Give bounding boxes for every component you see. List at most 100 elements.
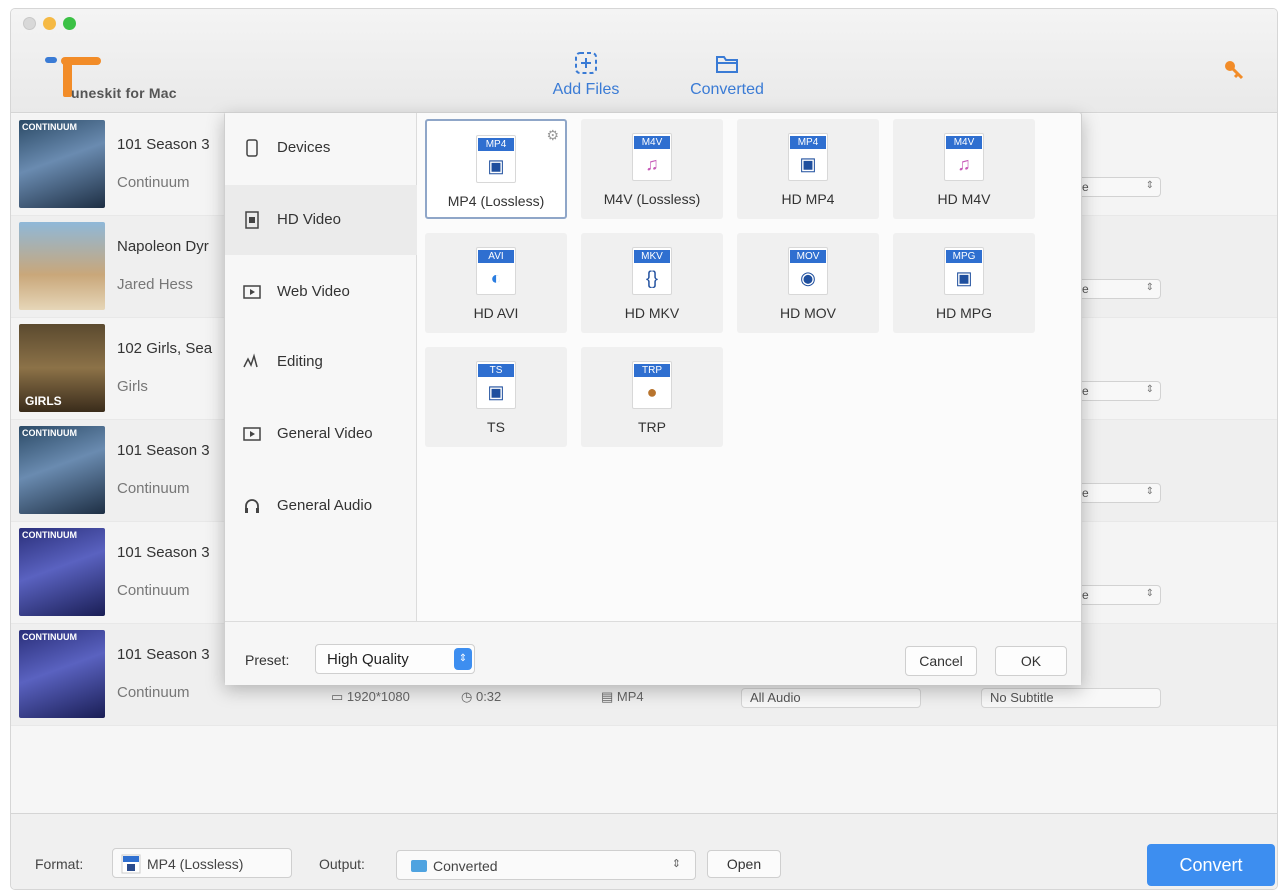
subtitle-select[interactable]: e ⇕ — [1079, 279, 1161, 299]
resolution-text: ▭ 1920*1080 — [331, 689, 410, 704]
item-subtitle: Girls — [117, 378, 148, 395]
format-label: MP4 (Lossless) — [447, 193, 545, 209]
duration-text: ◷ 0:32 — [461, 689, 502, 704]
format-tile-hd-mp4[interactable]: MP4 ▣ HD MP4 — [737, 119, 879, 219]
dialog-footer: Preset: High Quality ⇕ Cancel OK — [225, 621, 1081, 685]
item-subtitle: Continuum — [117, 480, 190, 497]
item-title: 101 Season 3 — [117, 136, 210, 153]
format-select[interactable]: MP4 (Lossless) — [112, 848, 292, 878]
format-tile-hd-m4v[interactable]: M4V ♫ HD M4V — [893, 119, 1035, 219]
format-tile-hd-mov[interactable]: MOV ◉ HD MOV — [737, 233, 879, 333]
chevron-updown-icon: ⇕ — [1145, 282, 1154, 293]
item-subtitle: Continuum — [117, 684, 190, 701]
preset-select[interactable]: High Quality ⇕ — [315, 644, 475, 674]
convert-button[interactable]: Convert — [1147, 844, 1275, 886]
open-button[interactable]: Open — [707, 850, 781, 878]
audio-select[interactable]: All Audio — [741, 688, 921, 708]
category-general-video[interactable]: General Video — [225, 399, 417, 469]
item-title: 101 Season 3 — [117, 442, 210, 459]
category-editing[interactable]: Editing — [225, 327, 417, 397]
category-hd-video[interactable]: HD Video — [225, 185, 417, 255]
thumbnail-label: CONTINUUM — [22, 632, 77, 642]
ok-button[interactable]: OK — [995, 646, 1067, 676]
category-label: Devices — [277, 139, 331, 156]
category-label: HD Video — [277, 211, 341, 228]
chevron-updown-icon: ⇕ — [1145, 588, 1154, 599]
phone-icon — [246, 139, 258, 157]
format-label: HD MPG — [936, 305, 992, 321]
preset-label: Preset: — [245, 652, 290, 668]
item-title: 101 Season 3 — [117, 544, 210, 561]
subtitle-select-text: e — [1082, 180, 1089, 194]
cancel-button[interactable]: Cancel — [905, 646, 977, 676]
mp4-file-icon: MP4 ▣ — [788, 133, 828, 181]
thumbnail-label: CONTINUUM — [22, 428, 77, 438]
folder-icon — [411, 860, 427, 872]
format-tile-mp4-lossless[interactable]: MP4 ▣ ⚙ MP4 (Lossless) — [425, 119, 567, 219]
key-icon[interactable] — [1223, 59, 1245, 81]
item-title: 102 Girls, Sea — [117, 340, 213, 357]
format-label: HD MKV — [624, 305, 680, 321]
category-devices[interactable]: Devices — [225, 113, 417, 183]
category-label: Editing — [277, 353, 323, 370]
app-logo: uneskit for Mac — [43, 47, 243, 107]
thumbnail: GIRLS — [19, 324, 105, 412]
format-label: HD MOV — [780, 305, 836, 321]
audio-select-value: All Audio — [750, 690, 801, 705]
format-tile-hd-avi[interactable]: AVI ◐ HD AVI — [425, 233, 567, 333]
output-select[interactable]: Converted ⇕ — [396, 850, 696, 880]
format-label: TS — [487, 419, 505, 435]
mkv-file-icon: MKV{} — [632, 247, 672, 295]
format-tile-trp[interactable]: TRP ● TRP — [581, 347, 723, 447]
format-tag: TS — [478, 364, 514, 377]
format-tag: M4V — [946, 136, 982, 149]
category-web-video[interactable]: Web Video — [225, 257, 417, 327]
output-value: Converted — [433, 858, 498, 874]
format-tag: MKV — [634, 250, 670, 263]
minimize-window-button[interactable] — [43, 17, 56, 30]
format-tile-m4v-lossless[interactable]: M4V ♫ M4V (Lossless) — [581, 119, 723, 219]
subtitle-select-text: e — [1082, 588, 1089, 602]
hd-video-icon — [245, 211, 259, 229]
item-subtitle: Continuum — [117, 582, 190, 599]
chevron-updown-icon: ⇕ — [1145, 486, 1154, 497]
thumbnail: CONTINUUM — [19, 426, 105, 514]
bottom-bar: Format: MP4 (Lossless) Output: Converted… — [11, 813, 1277, 889]
format-tag: MP4 — [478, 138, 514, 151]
format-dialog: Devices HD Video Web Video Editing Gener… — [224, 112, 1082, 685]
category-label: General Audio — [277, 497, 373, 514]
output-label: Output: — [319, 856, 365, 872]
app-name: uneskit for Mac — [71, 85, 177, 101]
ts-file-icon: TS ▣ — [476, 361, 516, 409]
format-label: Format: — [35, 856, 84, 872]
mp4-file-icon: MP4 ▣ — [476, 135, 516, 183]
format-tile-hd-mpg[interactable]: MPG ▣ HD MPG — [893, 233, 1035, 333]
category-general-audio[interactable]: General Audio — [225, 471, 417, 541]
chevron-updown-icon: ⇕ — [1145, 384, 1154, 395]
format-label: HD M4V — [937, 191, 991, 207]
subtitle-select[interactable]: e ⇕ — [1079, 585, 1161, 605]
maximize-window-button[interactable] — [63, 17, 76, 30]
thumbnail-label: CONTINUUM — [22, 530, 77, 540]
format-value: MP4 — [616, 689, 644, 704]
add-files-button[interactable]: Add Files — [541, 49, 631, 99]
gear-icon[interactable]: ⚙ — [546, 127, 559, 144]
close-window-button[interactable] — [23, 17, 36, 30]
thumbnail: CONTINUUM — [19, 630, 105, 718]
format-label: TRP — [638, 419, 666, 435]
subtitle-select[interactable]: No Subtitle — [981, 688, 1161, 708]
thumbnail — [19, 222, 105, 310]
converted-button[interactable]: Converted — [679, 49, 775, 99]
format-label: HD MP4 — [781, 191, 835, 207]
subtitle-select-text: e — [1082, 384, 1089, 398]
subtitle-select[interactable]: e ⇕ — [1079, 177, 1161, 197]
duration-value: 0:32 — [475, 689, 502, 704]
format-label: M4V (Lossless) — [603, 191, 701, 207]
web-video-icon — [243, 285, 261, 299]
format-tag: M4V — [634, 136, 670, 149]
subtitle-select[interactable]: e ⇕ — [1079, 381, 1161, 401]
format-tile-hd-mkv[interactable]: MKV{} HD MKV — [581, 233, 723, 333]
subtitle-select[interactable]: e ⇕ — [1079, 483, 1161, 503]
format-tile-ts[interactable]: TS ▣ TS — [425, 347, 567, 447]
converted-label: Converted — [690, 81, 764, 98]
